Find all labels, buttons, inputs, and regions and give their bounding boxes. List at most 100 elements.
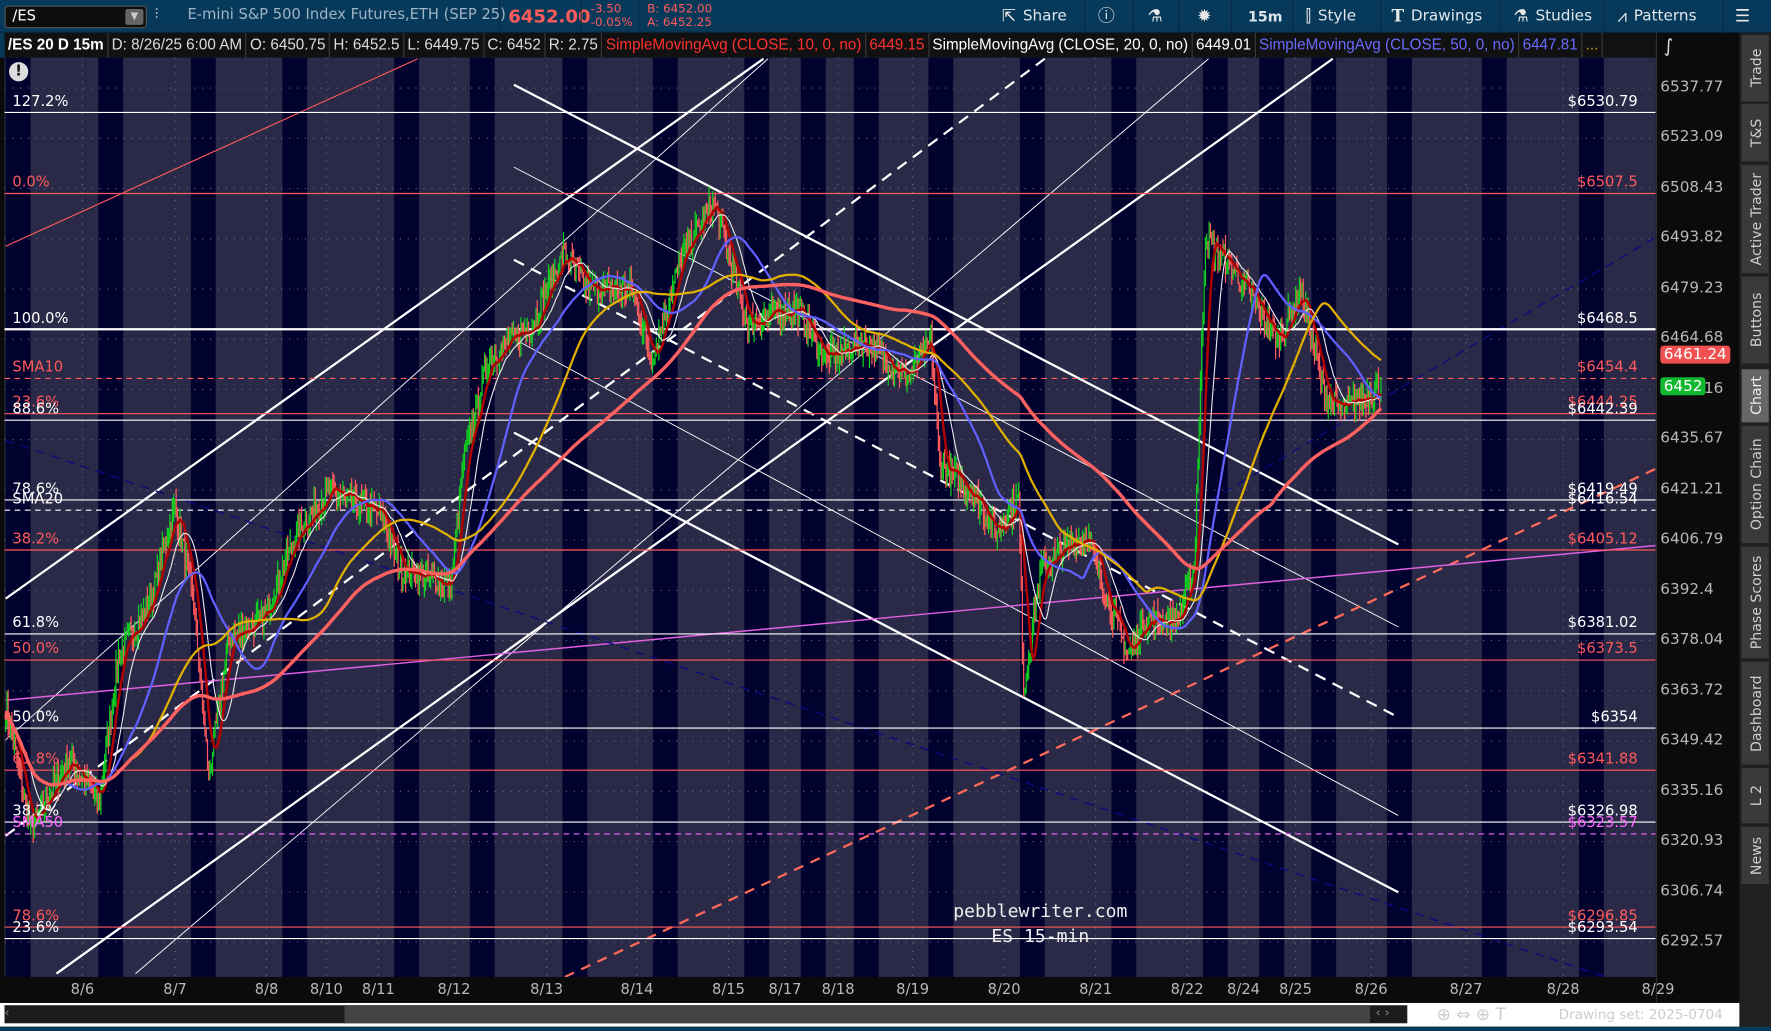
overnight-session-band bbox=[928, 57, 954, 977]
sidebar-tab-option-chain[interactable]: Option Chain bbox=[1741, 425, 1769, 545]
scale-toggle-icon[interactable]: ∫ bbox=[1664, 35, 1673, 56]
settings-button[interactable]: ✹ bbox=[1197, 0, 1211, 33]
price-tick: 6306.74 bbox=[1660, 881, 1724, 900]
sidebar-tab-buttons[interactable]: Buttons bbox=[1741, 276, 1769, 365]
price-tick: 6349.42 bbox=[1660, 730, 1724, 749]
sidebar-tab-label: Chart bbox=[1746, 376, 1764, 416]
share-button[interactable]: ⇱ Share bbox=[1002, 0, 1067, 33]
date-tick: 8/24 bbox=[1227, 981, 1261, 999]
sidebar-tab-dashboard[interactable]: Dashboard bbox=[1741, 661, 1769, 766]
sidebar-tab-t-s[interactable]: T&S bbox=[1741, 103, 1769, 163]
date-tick: 8/8 bbox=[254, 981, 279, 999]
more-studies-button[interactable]: ... bbox=[1582, 32, 1603, 58]
level-right-label: $6405.12 bbox=[1567, 530, 1638, 548]
sidebar-tab-phase-scores[interactable]: Phase Scores bbox=[1741, 546, 1769, 660]
net-change: -3.50 bbox=[590, 2, 622, 16]
sidebar-tab-label: Trade bbox=[1746, 48, 1764, 88]
drawing-set-label[interactable]: Drawing set: 2025-0704 bbox=[1559, 1006, 1723, 1022]
price-tick: 6335.16 bbox=[1660, 781, 1724, 800]
price-tick: 6378.04 bbox=[1660, 630, 1724, 649]
level-left-label: 38.2% bbox=[12, 530, 60, 548]
price-axis[interactable]: ∫ 6537.77 6523.09 6508.43 6493.82 6479.23 646… bbox=[1655, 32, 1740, 1003]
overnight-session-band bbox=[394, 57, 420, 977]
level-right-label: $6381.02 bbox=[1567, 614, 1638, 632]
drawings-button[interactable]: T Drawings bbox=[1391, 0, 1482, 33]
horizontal-scrollbar[interactable]: ‹ ‹ › ⊕ ⇔ ⊕ T Drawing set: 2025-0704 bbox=[0, 1002, 1740, 1027]
watermark-line1: pebblewriter.com bbox=[953, 900, 1128, 922]
bar-range: R: 2.75 bbox=[545, 32, 603, 58]
patterns-button[interactable]: ⩘ Patterns bbox=[1617, 0, 1696, 33]
date-tick: 8/11 bbox=[361, 981, 395, 999]
symbol-selector[interactable]: /ES ▼ bbox=[4, 5, 147, 29]
study-sma10[interactable]: SimpleMovingAvg (CLOSE, 10, 0, no) bbox=[602, 32, 866, 58]
overnight-session-band bbox=[190, 57, 216, 977]
scroll-left-icon[interactable]: ‹ bbox=[5, 1005, 10, 1020]
bar-high: H: 6452.5 bbox=[330, 32, 405, 58]
sidebar-tab-label: Option Chain bbox=[1746, 438, 1764, 531]
date-axis[interactable]: 8/6 8/7 8/8 8/10 8/11 8/12 8/13 8/14 8/15 8/17 8/1… bbox=[4, 976, 1675, 1003]
price-tick: 6363.72 bbox=[1660, 680, 1724, 699]
level-right-label: $6293.54 bbox=[1567, 919, 1638, 937]
date-tick: 8/25 bbox=[1278, 981, 1312, 999]
date-tick: 8/27 bbox=[1449, 981, 1483, 999]
level-left-label: 61.8% bbox=[12, 614, 60, 632]
chart-id: /ES 20 D 15m bbox=[5, 32, 109, 58]
study-sma20-value: 6449.01 bbox=[1193, 32, 1256, 58]
sidebar-tab-news[interactable]: News bbox=[1741, 826, 1769, 886]
sidebar-tab-trade[interactable]: Trade bbox=[1741, 35, 1769, 103]
link-icon[interactable]: ⫶ bbox=[155, 7, 159, 24]
price-chart[interactable]: 127.2% $6530.79 0.0% $6507.5 100.0% $6468.5 SM… bbox=[4, 57, 1656, 977]
level-left-label: 50.0% bbox=[12, 708, 60, 726]
bid-price: B: 6452.00 bbox=[647, 2, 713, 16]
sidebar-tab-label: Buttons bbox=[1746, 292, 1764, 348]
info-icon: ⓘ bbox=[1097, 5, 1115, 26]
share-label: Share bbox=[1022, 6, 1067, 25]
level-left-label: 88.6% bbox=[12, 401, 60, 418]
study-sma20[interactable]: SimpleMovingAvg (CLOSE, 20, 0, no) bbox=[929, 32, 1193, 58]
studies-button[interactable]: ⚗ Studies bbox=[1513, 0, 1592, 33]
sidebar-tab-chart[interactable]: Chart bbox=[1741, 369, 1769, 424]
level-left-label: 50.0% bbox=[12, 640, 60, 658]
ask-price: A: 6452.25 bbox=[647, 15, 712, 30]
net-change-pct: -0.05% bbox=[590, 15, 633, 30]
overnight-session-band bbox=[1259, 57, 1285, 977]
menu-button[interactable]: ☰ bbox=[1735, 0, 1750, 33]
overnight-session-band bbox=[1386, 57, 1412, 977]
gear-icon: ✹ bbox=[1197, 5, 1212, 26]
level-right-label: $6416.54 bbox=[1567, 491, 1638, 508]
overnight-session-band bbox=[652, 57, 678, 977]
scroll-left-end-icon[interactable]: ‹ › bbox=[1376, 1005, 1390, 1020]
window-border bbox=[0, 1026, 1771, 1031]
level-left-label: 127.2% bbox=[12, 93, 69, 111]
overnight-session-band bbox=[800, 57, 826, 977]
level-left-label: SMA20 bbox=[12, 491, 64, 508]
timeframe-button[interactable]: 15m bbox=[1248, 0, 1282, 33]
chart-canvas[interactable] bbox=[4, 57, 1656, 977]
sidebar-tab-active-trader[interactable]: Active Trader bbox=[1741, 164, 1769, 275]
overnight-session-band bbox=[744, 57, 770, 977]
list-menu-icon: ☰ bbox=[1734, 5, 1751, 26]
candlestick-icon: ⫿ bbox=[1305, 5, 1312, 26]
price-tick: 6392.4 bbox=[1660, 580, 1714, 599]
date-tick: 8/29 bbox=[1641, 981, 1675, 999]
price-tick: 6464.68 bbox=[1660, 329, 1724, 348]
style-button[interactable]: ⫿ Style bbox=[1306, 0, 1357, 33]
chevron-down-icon[interactable]: ▼ bbox=[125, 9, 144, 25]
scroll-thumb[interactable] bbox=[344, 1005, 1371, 1024]
sidebar-tab-label: Dashboard bbox=[1746, 674, 1764, 752]
bar-low: L: 6449.75 bbox=[404, 32, 485, 58]
date-tick: 8/28 bbox=[1546, 981, 1580, 999]
alert-icon[interactable]: ! bbox=[9, 62, 29, 82]
date-tick: 8/10 bbox=[309, 981, 343, 999]
sidebar-tab-l-2[interactable]: L 2 bbox=[1741, 768, 1769, 825]
price-tick: 6479.23 bbox=[1660, 278, 1724, 297]
flask-button[interactable]: ⚗ bbox=[1148, 0, 1163, 33]
drawings-label: Drawings bbox=[1410, 6, 1483, 25]
chart-info-button[interactable]: ⓘ bbox=[1098, 0, 1115, 33]
price-tick: 6537.77 bbox=[1660, 77, 1724, 97]
sidebar-tab-label: L 2 bbox=[1746, 785, 1764, 807]
date-tick: 8/12 bbox=[437, 981, 471, 999]
zoom-icon[interactable]: ⊕ ⇔ ⊕ T bbox=[1437, 1004, 1506, 1024]
study-sma50[interactable]: SimpleMovingAvg (CLOSE, 50, 0, no) bbox=[1256, 32, 1520, 58]
date-tick: 8/19 bbox=[896, 981, 930, 999]
